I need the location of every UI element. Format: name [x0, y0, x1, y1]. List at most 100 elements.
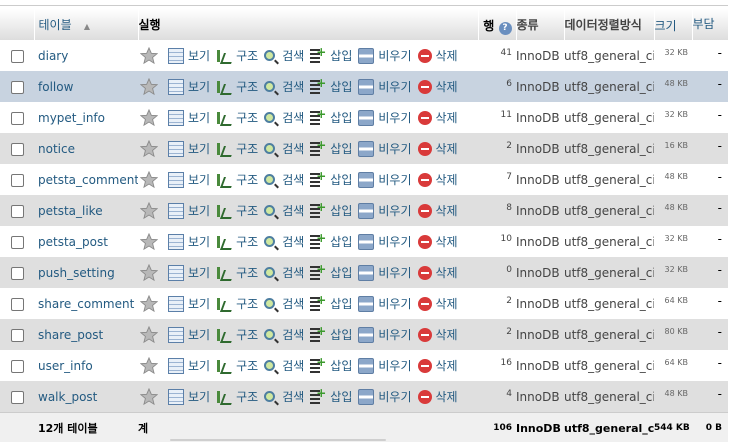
search-link[interactable]: 검색	[264, 264, 304, 281]
empty-link[interactable]: 비우기	[358, 109, 412, 126]
empty-link[interactable]: 비우기	[358, 264, 412, 281]
table-row[interactable]: user_info 보기 구조 검색 삽입 비우기 삭제 16 InnoDB u…	[0, 350, 728, 381]
browse-link[interactable]: 보기	[168, 109, 210, 126]
header-table[interactable]: 테이블 ▲	[34, 9, 139, 40]
table-name-link[interactable]: share_post	[38, 328, 103, 342]
star-icon[interactable]	[139, 108, 159, 127]
drop-link[interactable]: 삭제	[417, 171, 458, 188]
row-size[interactable]: 80 KB	[654, 319, 692, 350]
star-icon[interactable]	[139, 201, 159, 220]
drop-link[interactable]: 삭제	[417, 264, 458, 281]
row-checkbox[interactable]	[10, 297, 24, 311]
search-link[interactable]: 검색	[264, 357, 304, 374]
browse-link[interactable]: 보기	[168, 78, 210, 95]
structure-link[interactable]: 구조	[216, 264, 258, 281]
browse-link[interactable]: 보기	[168, 295, 210, 312]
help-icon[interactable]: ?	[498, 22, 512, 35]
structure-link[interactable]: 구조	[216, 202, 258, 219]
table-name-link[interactable]: user_info	[38, 359, 93, 373]
table-name-link[interactable]: diary	[38, 49, 68, 63]
insert-link[interactable]: 삽입	[310, 386, 352, 405]
header-rows[interactable]: 행 ?	[478, 9, 517, 40]
table-name-link[interactable]: notice	[38, 142, 75, 156]
browse-link[interactable]: 보기	[168, 140, 210, 157]
table-name-link[interactable]: follow	[38, 80, 73, 94]
search-link[interactable]: 검색	[264, 295, 304, 312]
table-row[interactable]: walk_post 보기 구조 검색 삽입 비우기 삭제 4 InnoDB ut…	[0, 381, 728, 413]
drop-link[interactable]: 삭제	[417, 357, 458, 374]
empty-link[interactable]: 비우기	[358, 357, 412, 374]
star-icon[interactable]	[139, 294, 159, 313]
empty-link[interactable]: 비우기	[358, 295, 412, 312]
row-checkbox[interactable]	[10, 359, 24, 373]
structure-link[interactable]: 구조	[216, 109, 258, 126]
drop-link[interactable]: 삭제	[417, 140, 458, 157]
structure-link[interactable]: 구조	[216, 140, 258, 157]
table-name-link[interactable]: share_comment	[38, 297, 134, 311]
row-size[interactable]: 32 KB	[654, 40, 692, 71]
row-size[interactable]: 64 KB	[654, 288, 692, 319]
table-row[interactable]: petsta_post 보기 구조 검색 삽입 비우기 삭제 10 InnoDB…	[0, 226, 728, 257]
row-checkbox[interactable]	[10, 390, 24, 404]
search-link[interactable]: 검색	[264, 171, 304, 188]
table-name-link[interactable]: walk_post	[38, 390, 97, 404]
insert-link[interactable]: 삽입	[310, 324, 352, 343]
row-checkbox[interactable]	[10, 111, 24, 125]
table-row[interactable]: share_post 보기 구조 검색 삽입 비우기 삭제 2 InnoDB u…	[0, 319, 728, 350]
table-row[interactable]: diary 보기 구조 검색 삽입 비우기 삭제 41 InnoDB utf8_…	[0, 40, 728, 71]
browse-link[interactable]: 보기	[168, 171, 210, 188]
structure-link[interactable]: 구조	[216, 47, 258, 64]
drop-link[interactable]: 삭제	[417, 78, 458, 95]
table-name-link[interactable]: petsta_like	[38, 204, 103, 218]
row-size[interactable]: 32 KB	[654, 257, 692, 288]
drop-link[interactable]: 삭제	[417, 295, 458, 312]
search-link[interactable]: 검색	[264, 202, 304, 219]
table-name-link[interactable]: push_setting	[38, 266, 115, 280]
insert-link[interactable]: 삽입	[310, 355, 352, 374]
insert-link[interactable]: 삽입	[310, 76, 352, 95]
drop-link[interactable]: 삭제	[417, 388, 458, 405]
empty-link[interactable]: 비우기	[358, 78, 412, 95]
star-icon[interactable]	[139, 139, 159, 158]
browse-link[interactable]: 보기	[168, 233, 210, 250]
browse-link[interactable]: 보기	[168, 202, 210, 219]
star-icon[interactable]	[139, 263, 159, 282]
row-size[interactable]: 16 KB	[654, 133, 692, 164]
search-link[interactable]: 검색	[264, 326, 304, 343]
star-icon[interactable]	[139, 46, 159, 65]
row-size[interactable]: 32 KB	[654, 102, 692, 133]
header-table-label[interactable]: 테이블	[39, 18, 72, 32]
star-icon[interactable]	[139, 170, 159, 189]
structure-link[interactable]: 구조	[216, 78, 258, 95]
insert-link[interactable]: 삽입	[310, 231, 352, 250]
header-size-label[interactable]: 크기	[655, 19, 677, 33]
table-row[interactable]: share_comment 보기 구조 검색 삽입 비우기 삭제 2 InnoD…	[0, 288, 728, 319]
empty-link[interactable]: 비우기	[358, 171, 412, 188]
empty-link[interactable]: 비우기	[358, 47, 412, 64]
browse-link[interactable]: 보기	[168, 326, 210, 343]
browse-link[interactable]: 보기	[168, 264, 210, 281]
star-icon[interactable]	[139, 356, 159, 375]
row-size[interactable]: 48 KB	[654, 381, 692, 413]
star-icon[interactable]	[139, 77, 159, 96]
row-checkbox[interactable]	[10, 142, 24, 156]
insert-link[interactable]: 삽입	[310, 45, 352, 64]
row-size[interactable]: 32 KB	[654, 226, 692, 257]
row-size[interactable]: 48 KB	[654, 164, 692, 195]
row-size[interactable]: 48 KB	[654, 71, 692, 102]
empty-link[interactable]: 비우기	[358, 140, 412, 157]
row-size[interactable]: 48 KB	[654, 195, 692, 226]
insert-link[interactable]: 삽입	[310, 293, 352, 312]
insert-link[interactable]: 삽입	[310, 200, 352, 219]
structure-link[interactable]: 구조	[216, 233, 258, 250]
browse-link[interactable]: 보기	[168, 47, 210, 64]
structure-link[interactable]: 구조	[216, 357, 258, 374]
drop-link[interactable]: 삭제	[417, 326, 458, 343]
row-checkbox[interactable]	[10, 204, 24, 218]
row-size[interactable]: 64 KB	[654, 350, 692, 381]
structure-link[interactable]: 구조	[216, 171, 258, 188]
table-row[interactable]: follow 보기 구조 검색 삽입 비우기 삭제 6 InnoDB utf8_…	[0, 71, 728, 102]
header-overhead-label[interactable]: 부담	[693, 17, 715, 31]
row-checkbox[interactable]	[10, 235, 24, 249]
star-icon[interactable]	[139, 387, 159, 406]
